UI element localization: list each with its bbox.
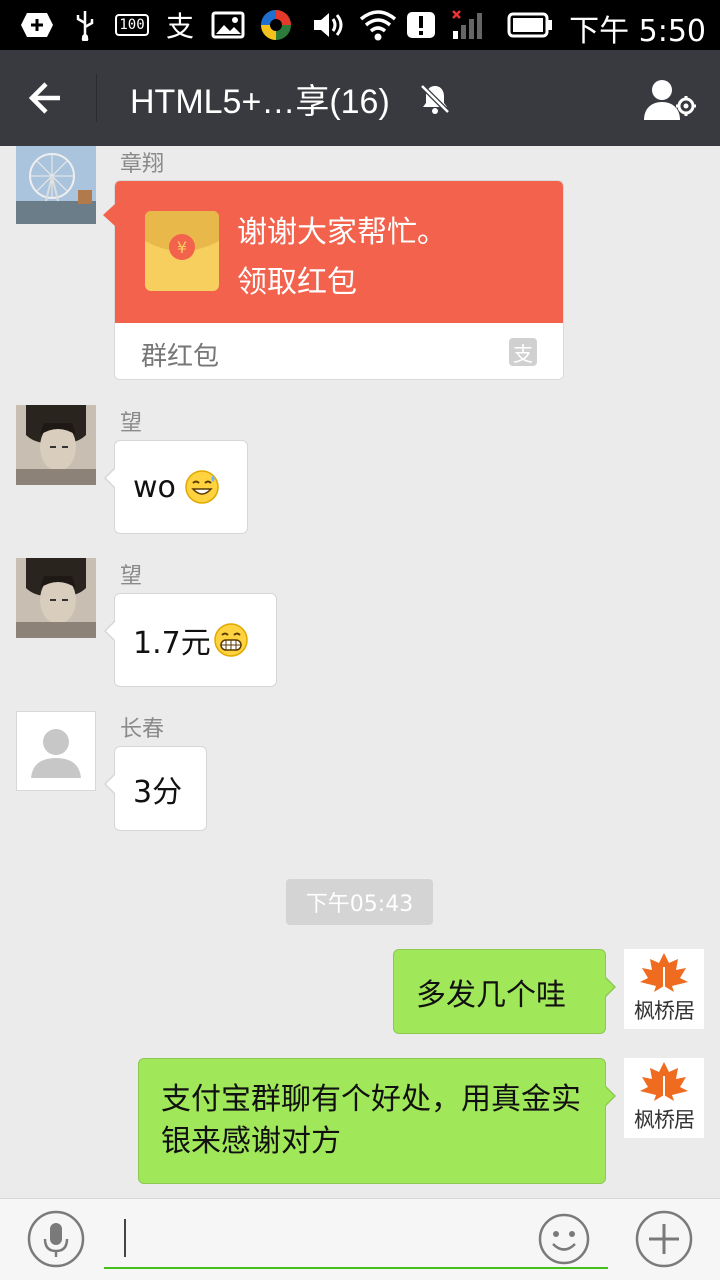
my-avatar[interactable]: 枫桥居	[624, 1058, 704, 1138]
header-divider	[96, 74, 97, 122]
message-text: 1.7元	[133, 626, 211, 661]
default-user-icon	[31, 729, 81, 778]
sender-name: 长春	[120, 717, 165, 742]
red-packet-tail	[103, 204, 115, 226]
avatar-label: 枫桥居	[634, 1108, 695, 1132]
chat-title[interactable]: HTML5+…享(16)	[130, 74, 390, 123]
avatar-label: 枫桥居	[634, 999, 695, 1023]
sender-name: 章翔	[120, 152, 165, 177]
alert-icon	[404, 9, 438, 41]
alipay-logo-icon: 支	[509, 338, 537, 366]
my-message-bubble[interactable]: 支付宝群聊有个好处，用真金实银来感谢对方	[138, 1058, 616, 1184]
time-separator: 下午05:43	[286, 879, 433, 925]
message-bubble[interactable]: wo	[104, 440, 248, 534]
red-packet-type: 群红包	[141, 342, 220, 372]
more-button[interactable]	[634, 1209, 694, 1269]
text-caret	[124, 1219, 126, 1257]
mute-bell-icon	[418, 82, 452, 116]
volume-icon	[310, 9, 346, 41]
avatar-wang[interactable]	[16, 405, 96, 485]
message-bubble[interactable]: 1.7元	[104, 593, 277, 687]
sweat-smile-emoji	[185, 470, 219, 504]
red-packet-claim-text: 领取红包	[237, 265, 357, 300]
voice-button[interactable]	[26, 1209, 86, 1269]
plus-icon	[635, 1210, 693, 1268]
message-text: 支付宝群聊有个好处，用真金实银来感谢对方	[161, 1082, 581, 1159]
avatar-wang[interactable]	[16, 558, 96, 638]
avatar-changchun[interactable]	[16, 711, 96, 791]
wifi-icon	[358, 9, 398, 41]
message-list[interactable]: 章翔 ¥ 谢谢大家帮忙。 领取红包 群红包 支 望 wo 望 1.7元 长春 3…	[0, 146, 720, 1198]
input-bar	[0, 1198, 720, 1280]
app-icon	[258, 9, 294, 41]
group-settings-icon	[644, 80, 696, 120]
sender-name: 望	[120, 411, 143, 436]
red-packet-footer: 群红包 支	[115, 323, 563, 379]
status-bar: 100 支 下午 5:50	[0, 0, 720, 50]
microphone-icon	[27, 1210, 85, 1268]
signal-icon	[450, 9, 486, 41]
add-notification-icon	[20, 9, 54, 41]
avatar-zhangxiang[interactable]	[16, 146, 96, 224]
sender-name: 望	[120, 564, 143, 589]
message-text: wo	[133, 469, 176, 505]
svg-text:¥: ¥	[177, 238, 187, 257]
red-packet-card[interactable]: ¥ 谢谢大家帮忙。 领取红包 群红包 支	[114, 180, 564, 380]
alipay-icon: 支	[165, 10, 194, 43]
battery-badge-text: 100	[115, 14, 149, 36]
image-icon	[210, 9, 246, 41]
group-settings-button[interactable]	[642, 76, 698, 124]
battery-icon	[506, 9, 554, 41]
my-avatar[interactable]: 枫桥居	[624, 949, 704, 1029]
usb-icon	[72, 9, 98, 41]
my-message-bubble[interactable]: 多发几个哇	[393, 949, 616, 1034]
back-button[interactable]	[22, 72, 76, 124]
arrow-left-icon	[28, 82, 60, 114]
message-text: 多发几个哇	[416, 977, 566, 1013]
grin-emoji	[213, 623, 248, 657]
message-bubble[interactable]: 3分	[104, 746, 207, 831]
emoji-button[interactable]	[534, 1209, 594, 1269]
chat-header: HTML5+…享(16)	[0, 50, 720, 146]
red-packet-top: ¥ 谢谢大家帮忙。 领取红包	[115, 181, 563, 323]
battery-100-badge-icon: 100	[114, 9, 150, 41]
red-packet-message: 谢谢大家帮忙。	[237, 215, 447, 250]
message-text: 3分	[133, 774, 183, 810]
red-envelope-icon: ¥	[145, 211, 219, 291]
smiley-icon	[538, 1213, 590, 1265]
status-time: 下午 5:50	[569, 14, 706, 49]
message-input[interactable]	[104, 1213, 608, 1269]
